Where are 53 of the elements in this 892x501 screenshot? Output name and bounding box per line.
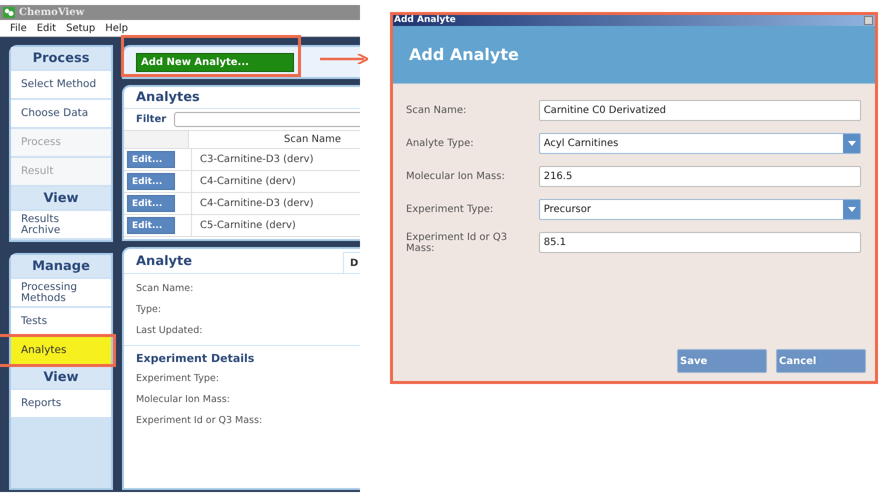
panel-title: Analytes xyxy=(124,87,360,109)
field-label: Scan Name: xyxy=(406,105,468,116)
input-field[interactable]: Carnitine C0 Derivatized xyxy=(538,100,861,121)
menu-item[interactable]: File xyxy=(10,22,27,34)
section-title: Experiment Details xyxy=(135,352,256,367)
input-field[interactable]: 85.1 xyxy=(538,232,861,253)
menu-item[interactable]: Setup xyxy=(66,22,96,34)
dialog-title: Add Analyte xyxy=(393,16,456,25)
table-cell-text: C4-Carnitine-D3 (derv) xyxy=(199,197,314,211)
sidebar-header: Process xyxy=(11,47,111,69)
sidebar-item[interactable]: Analytes xyxy=(11,337,111,364)
edit-button[interactable]: Edit... xyxy=(127,173,175,190)
field-label: Type: xyxy=(135,303,162,317)
sidebar-header: View xyxy=(11,366,111,388)
panel-title: Analyte xyxy=(135,254,192,268)
sidebar-item[interactable]: Select Method xyxy=(11,71,111,98)
app-logo-icon xyxy=(3,7,15,18)
dropdown[interactable]: Precursor xyxy=(538,199,861,220)
sidebar-item[interactable]: Processing Methods xyxy=(11,279,111,306)
app-title: ChemoView xyxy=(19,7,84,18)
field-label: Experiment Id or Q3 Mass: xyxy=(135,414,264,428)
field-label: Scan Name: xyxy=(135,282,194,296)
menu-item[interactable]: Help xyxy=(105,22,128,34)
field-label: Last Updated: xyxy=(135,324,204,338)
input-field[interactable]: 216.5 xyxy=(538,166,861,187)
details-tab[interactable]: D xyxy=(343,252,360,273)
sidebar-item[interactable]: Results Archive xyxy=(11,211,111,238)
dropdown[interactable]: Acyl Carnitines xyxy=(538,133,861,154)
table-cell-text: C4-Carnitine (derv) xyxy=(199,175,297,189)
filter-field[interactable] xyxy=(174,112,360,127)
field-label: Experiment Id or Q3 Mass: xyxy=(406,232,508,254)
sidebar-item[interactable]: Choose Data xyxy=(11,100,111,127)
menu-item[interactable]: Edit xyxy=(36,22,56,34)
edit-button[interactable]: Edit... xyxy=(127,195,175,212)
add-analyte-button[interactable]: Add New Analyte... xyxy=(136,52,294,72)
sidebar-item[interactable]: Reports xyxy=(11,390,111,417)
dialog-heading: Add Analyte xyxy=(409,45,519,64)
field-label: Molecular Ion Mass: xyxy=(135,393,231,407)
column-header: Scan Name xyxy=(283,133,342,147)
sidebar-item[interactable]: Tests xyxy=(11,308,111,335)
edit-button[interactable]: Edit... xyxy=(127,217,175,234)
field-label: Molecular Ion Mass: xyxy=(406,171,506,182)
close-icon[interactable] xyxy=(864,16,873,25)
filter-label: Filter xyxy=(136,114,166,125)
sidebar-header: Manage xyxy=(11,255,111,277)
callout-arrow xyxy=(320,54,368,64)
sidebar-header: View xyxy=(11,187,111,209)
field-label: Experiment Type: xyxy=(406,204,494,215)
field-label: Experiment Type: xyxy=(135,372,220,386)
table-cell-text: C3-Carnitine-D3 (derv) xyxy=(199,153,314,167)
field-label: Analyte Type: xyxy=(406,138,475,149)
table-cell-text: C5-Carnitine (derv) xyxy=(199,219,297,233)
edit-button[interactable]: Edit... xyxy=(127,151,175,168)
